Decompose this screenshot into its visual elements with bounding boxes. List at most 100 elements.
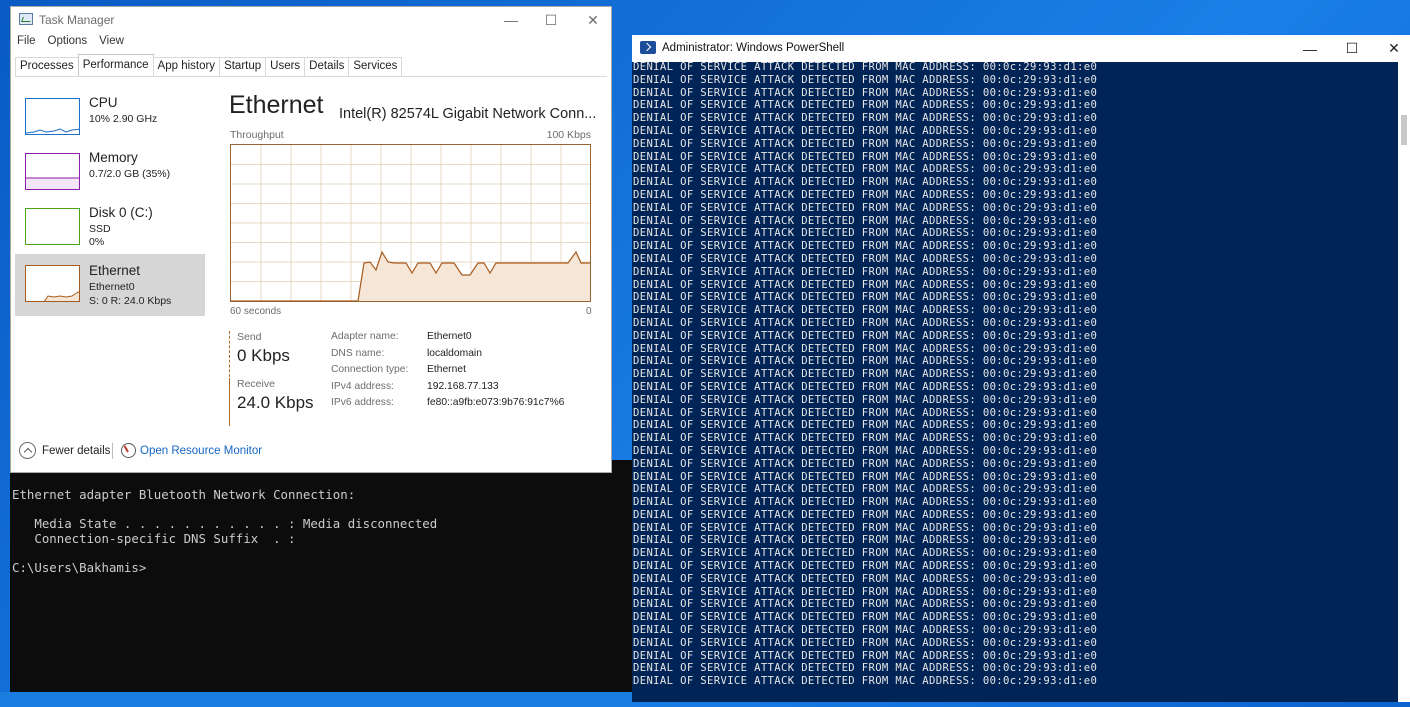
close-button[interactable]: ✕ bbox=[1372, 35, 1410, 62]
performance-sidebar: CPU 10% 2.90 GHz Memory 0.7/2.0 GB (35%)… bbox=[15, 89, 205, 316]
scrollbar-thumb[interactable] bbox=[1401, 115, 1407, 145]
console-line: DENIAL OF SERVICE ATTACK DETECTED FROM M… bbox=[633, 163, 1098, 176]
chart-max-scale: 100 Kbps bbox=[546, 129, 591, 141]
console-line: DENIAL OF SERVICE ATTACK DETECTED FROM M… bbox=[633, 649, 1098, 662]
minimize-button[interactable]: — bbox=[1288, 35, 1332, 62]
send-stat: Send 0 Kbps bbox=[229, 331, 290, 377]
detail-row: IPv4 address: 192.168.77.133 bbox=[331, 381, 564, 398]
sidebar-item-detail: 0% bbox=[89, 236, 105, 248]
task-manager-icon bbox=[19, 13, 33, 25]
page-title: Ethernet bbox=[229, 91, 324, 119]
detail-key: Connection type: bbox=[331, 364, 409, 376]
ethernet-mini-graph bbox=[25, 265, 80, 302]
console-line: DENIAL OF SERVICE ATTACK DETECTED FROM M… bbox=[633, 444, 1098, 457]
output-lines: DENIAL OF SERVICE ATTACK DETECTED FROM M… bbox=[633, 62, 1097, 688]
menu-view[interactable]: View bbox=[93, 35, 130, 53]
sidebar-item-disk[interactable]: Disk 0 (C:) SSD 0% bbox=[15, 199, 205, 254]
window-title: Administrator: Windows PowerShell bbox=[662, 42, 845, 54]
menu-file[interactable]: File bbox=[11, 35, 42, 53]
vertical-scrollbar[interactable] bbox=[1398, 62, 1410, 702]
tab-processes[interactable]: Processes bbox=[15, 57, 79, 76]
footer-bar: Fewer details Open Resource Monitor bbox=[11, 437, 611, 467]
powershell-icon bbox=[640, 41, 656, 54]
console-line: DENIAL OF SERVICE ATTACK DETECTED FROM M… bbox=[633, 624, 1098, 637]
tab-app-history[interactable]: App history bbox=[152, 57, 221, 76]
sidebar-item-detail: 10% 2.90 GHz bbox=[89, 113, 158, 125]
sidebar-item-cpu[interactable]: CPU 10% 2.90 GHz bbox=[15, 89, 205, 144]
title-bar[interactable]: Task Manager — ☐ ✕ bbox=[11, 7, 611, 33]
chart-x-label-right: 0 bbox=[586, 306, 592, 317]
console-line: DENIAL OF SERVICE ATTACK DETECTED FROM M… bbox=[633, 483, 1098, 496]
console-line: DENIAL OF SERVICE ATTACK DETECTED FROM M… bbox=[633, 534, 1098, 547]
sidebar-item-detail: Ethernet0 bbox=[89, 281, 135, 293]
receive-value: 24.0 Kbps bbox=[237, 393, 314, 412]
console-line: DENIAL OF SERVICE ATTACK DETECTED FROM M… bbox=[633, 560, 1098, 573]
tab-performance[interactable]: Performance bbox=[77, 54, 154, 75]
memory-sparkline bbox=[26, 177, 79, 189]
console-line: DENIAL OF SERVICE ATTACK DETECTED FROM M… bbox=[633, 316, 1098, 329]
detail-value: Ethernet bbox=[427, 364, 466, 376]
console-line: DENIAL OF SERVICE ATTACK DETECTED FROM M… bbox=[633, 86, 1098, 99]
sidebar-item-title: Ethernet bbox=[89, 263, 141, 278]
tab-details[interactable]: Details bbox=[304, 57, 350, 76]
cmd-output-line: Connection-specific DNS Suffix . : bbox=[12, 531, 296, 546]
divider bbox=[112, 443, 113, 459]
open-resource-monitor-link[interactable]: Open Resource Monitor bbox=[140, 445, 262, 457]
title-bar[interactable]: Administrator: Windows PowerShell — ☐ ✕ bbox=[632, 35, 1410, 62]
close-button[interactable]: ✕ bbox=[571, 7, 615, 33]
desktop-strip bbox=[0, 692, 632, 707]
adapter-model: Intel(R) 82574L Gigabit Network Conn... bbox=[339, 106, 597, 122]
detail-row: Connection type: Ethernet bbox=[331, 364, 564, 381]
detail-key: IPv6 address: bbox=[331, 397, 394, 409]
console-line: DENIAL OF SERVICE ATTACK DETECTED FROM M… bbox=[633, 342, 1098, 355]
console-line: DENIAL OF SERVICE ATTACK DETECTED FROM M… bbox=[633, 278, 1098, 291]
console-line: DENIAL OF SERVICE ATTACK DETECTED FROM M… bbox=[633, 99, 1098, 112]
console-line: DENIAL OF SERVICE ATTACK DETECTED FROM M… bbox=[633, 611, 1098, 624]
detail-value: 192.168.77.133 bbox=[427, 380, 499, 392]
chart-x-label-left: 60 seconds bbox=[230, 306, 282, 317]
console-line: DENIAL OF SERVICE ATTACK DETECTED FROM M… bbox=[633, 150, 1098, 163]
console-line: DENIAL OF SERVICE ATTACK DETECTED FROM M… bbox=[633, 521, 1098, 534]
receive-stat: Receive 24.0 Kbps bbox=[229, 378, 314, 426]
tab-startup[interactable]: Startup bbox=[219, 57, 267, 76]
sidebar-item-detail: SSD bbox=[89, 223, 111, 235]
maximize-button[interactable]: ☐ bbox=[1330, 35, 1374, 62]
maximize-button[interactable]: ☐ bbox=[529, 7, 573, 33]
console-line: DENIAL OF SERVICE ATTACK DETECTED FROM M… bbox=[633, 265, 1098, 278]
window-title: Task Manager bbox=[39, 13, 115, 27]
console-line: DENIAL OF SERVICE ATTACK DETECTED FROM M… bbox=[633, 406, 1098, 419]
console-line: DENIAL OF SERVICE ATTACK DETECTED FROM M… bbox=[633, 496, 1098, 509]
console-output[interactable]: DENIAL OF SERVICE ATTACK DETECTED FROM M… bbox=[632, 62, 1398, 702]
fewer-details-button[interactable]: Fewer details bbox=[42, 445, 110, 457]
cmd-window[interactable]: Ethernet adapter Bluetooth Network Conne… bbox=[10, 460, 635, 692]
detail-row: IPv6 address: fe80::a9fb:e073:9b76:91c7%… bbox=[331, 397, 564, 414]
console-line: DENIAL OF SERVICE ATTACK DETECTED FROM M… bbox=[633, 393, 1098, 406]
chevron-up-icon[interactable] bbox=[19, 442, 36, 459]
throughput-chart bbox=[230, 144, 591, 302]
tab-users[interactable]: Users bbox=[265, 57, 306, 76]
console-line: DENIAL OF SERVICE ATTACK DETECTED FROM M… bbox=[633, 73, 1098, 86]
resource-monitor-icon[interactable] bbox=[121, 443, 136, 458]
console-line: DENIAL OF SERVICE ATTACK DETECTED FROM M… bbox=[633, 252, 1098, 265]
throughput-graph bbox=[231, 145, 590, 302]
console-line: DENIAL OF SERVICE ATTACK DETECTED FROM M… bbox=[633, 240, 1098, 253]
powershell-window: Administrator: Windows PowerShell — ☐ ✕ … bbox=[632, 35, 1410, 702]
detail-key: Adapter name: bbox=[331, 331, 399, 342]
minimize-button[interactable]: — bbox=[489, 7, 533, 33]
detail-value: Ethernet0 bbox=[427, 331, 472, 342]
menu-options[interactable]: Options bbox=[42, 35, 94, 53]
console-line: DENIAL OF SERVICE ATTACK DETECTED FROM M… bbox=[633, 201, 1098, 214]
detail-value: fe80::a9fb:e073:9b76:91c7%6 bbox=[427, 397, 565, 409]
console-line: DENIAL OF SERVICE ATTACK DETECTED FROM M… bbox=[633, 227, 1098, 240]
sidebar-item-memory[interactable]: Memory 0.7/2.0 GB (35%) bbox=[15, 144, 205, 199]
tab-services[interactable]: Services bbox=[348, 57, 403, 76]
console-line: DENIAL OF SERVICE ATTACK DETECTED FROM M… bbox=[633, 636, 1098, 649]
send-value: 0 Kbps bbox=[237, 346, 290, 365]
sidebar-item-title: Memory bbox=[89, 150, 138, 165]
cmd-prompt[interactable]: C:\Users\Bakhamis> bbox=[12, 560, 146, 576]
console-line: DENIAL OF SERVICE ATTACK DETECTED FROM M… bbox=[633, 432, 1098, 445]
chart-title: Throughput bbox=[230, 129, 284, 141]
console-line: DENIAL OF SERVICE ATTACK DETECTED FROM M… bbox=[633, 675, 1098, 688]
sidebar-item-ethernet[interactable]: Ethernet Ethernet0 S: 0 R: 24.0 Kbps bbox=[15, 254, 205, 316]
console-line: DENIAL OF SERVICE ATTACK DETECTED FROM M… bbox=[633, 457, 1098, 470]
